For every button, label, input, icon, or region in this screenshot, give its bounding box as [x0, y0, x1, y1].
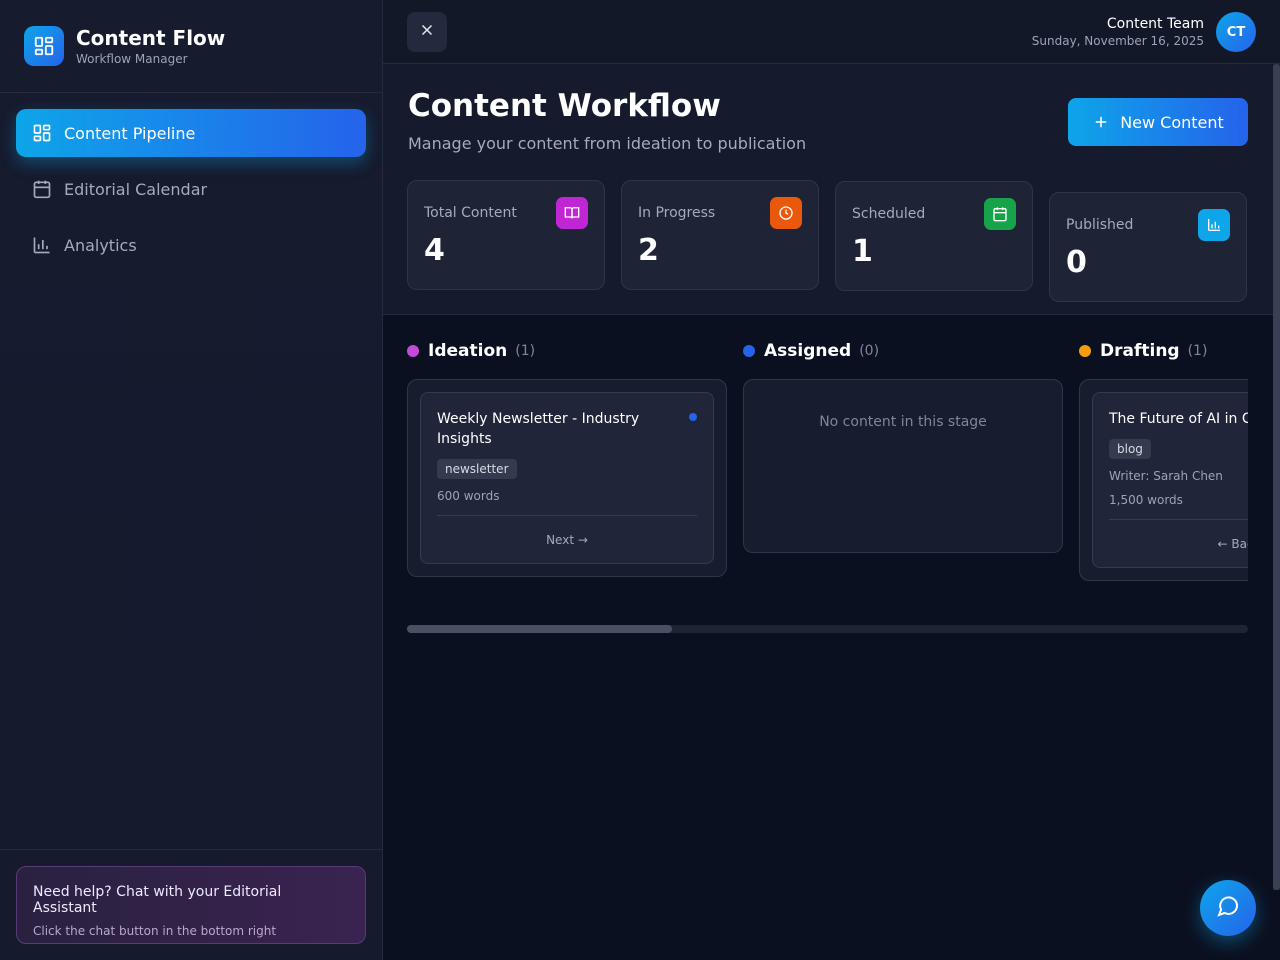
bar-chart-icon	[1198, 209, 1230, 241]
sidebar-item-analytics[interactable]: Analytics	[16, 221, 366, 269]
scrollbar-thumb[interactable]	[1273, 64, 1280, 890]
card-tag: blog	[1109, 439, 1151, 459]
sidebar-item-label: Content Pipeline	[64, 123, 196, 143]
plus-icon	[1092, 113, 1110, 131]
card-tag: newsletter	[437, 459, 517, 479]
stat-card-published: Published 0	[1049, 192, 1247, 302]
column-body: Weekly Newsletter - Industry Insights ne…	[407, 379, 727, 577]
stat-value: 2	[638, 233, 659, 268]
card-word-count: 1,500 words	[1109, 493, 1183, 507]
stat-value: 4	[424, 233, 445, 268]
brand-title: Content Flow	[76, 26, 226, 50]
page-header: Content Workflow Manage your content fro…	[383, 64, 1273, 315]
column-header: Ideation (1)	[407, 341, 535, 361]
column-count: (1)	[1187, 343, 1208, 359]
scrollbar-thumb[interactable]	[407, 625, 672, 633]
content-card[interactable]: The Future of AI in Content Creation blo…	[1092, 392, 1248, 568]
user-name: Content Team	[1106, 16, 1204, 32]
stat-value: 0	[1066, 245, 1087, 280]
page-title: Content Workflow	[408, 88, 721, 124]
column-name: Drafting	[1100, 341, 1180, 361]
layout-grid-icon	[32, 123, 52, 143]
calendar-icon	[32, 179, 52, 199]
column-header: Drafting (1)	[1079, 341, 1207, 361]
stat-card-in-progress: In Progress 2	[621, 180, 819, 290]
sidebar-item-label: Analytics	[64, 235, 137, 255]
close-icon	[418, 21, 436, 43]
status-dot-icon	[743, 345, 755, 357]
card-title: The Future of AI in Content Creation	[1109, 411, 1248, 427]
column-count: (0)	[859, 343, 880, 359]
help-section: Need help? Chat with your Editorial Assi…	[0, 849, 382, 960]
book-open-icon	[556, 197, 588, 229]
stat-card-total: Total Content 4	[407, 180, 605, 290]
new-content-button[interactable]: New Content	[1068, 98, 1248, 146]
empty-state: No content in this stage	[819, 414, 987, 430]
help-title: Need help? Chat with your Editorial Assi…	[33, 884, 282, 916]
avatar[interactable]: CT	[1216, 12, 1256, 52]
page-subtitle: Manage your content from ideation to pub…	[408, 134, 807, 153]
column-name: Ideation	[428, 341, 508, 361]
user-info: Content Team Sunday, November 16, 2025	[1032, 16, 1204, 48]
kanban-board: Ideation (1) Weekly Newsletter - Industr…	[407, 315, 1248, 960]
current-date: Sunday, November 16, 2025	[1031, 34, 1204, 48]
column-name: Assigned	[764, 341, 852, 361]
status-dot-icon	[407, 345, 419, 357]
column-count: (1)	[515, 343, 536, 359]
brand-subtitle: Workflow Manager	[76, 52, 188, 66]
card-back-button[interactable]: ← Back	[1109, 519, 1248, 567]
help-subtitle: Click the chat button in the bottom righ…	[33, 924, 277, 938]
vertical-scrollbar[interactable]	[1273, 64, 1280, 890]
column-body: No content in this stage	[743, 379, 1063, 553]
clock-icon	[770, 197, 802, 229]
stat-value: 1	[852, 234, 873, 269]
card-title: Weekly Newsletter - Industry Insights	[437, 411, 640, 447]
card-writer: Writer: Sarah Chen	[1109, 469, 1223, 483]
sidebar-nav: Content Pipeline Editorial Calendar Anal…	[0, 93, 382, 269]
bar-chart-icon	[32, 235, 52, 255]
column-body: The Future of AI in Content Creation blo…	[1079, 379, 1248, 581]
priority-dot-icon	[689, 413, 697, 421]
topbar: Content Team Sunday, November 16, 2025 C…	[383, 0, 1280, 64]
calendar-icon	[984, 198, 1016, 230]
sidebar: Content Flow Workflow Manager Content Pi…	[0, 0, 383, 960]
sidebar-item-editorial-calendar[interactable]: Editorial Calendar	[16, 165, 366, 213]
chat-button[interactable]	[1200, 880, 1256, 936]
status-dot-icon	[1079, 345, 1091, 357]
column-header: Assigned (0)	[743, 341, 879, 361]
sidebar-item-content-pipeline[interactable]: Content Pipeline	[16, 109, 366, 157]
sidebar-item-label: Editorial Calendar	[64, 179, 208, 199]
card-next-button[interactable]: Next →	[437, 515, 697, 563]
message-circle-icon	[1216, 894, 1240, 922]
stat-card-scheduled: Scheduled 1	[835, 181, 1033, 291]
horizontal-scrollbar[interactable]	[407, 625, 1248, 633]
layout-grid-icon	[24, 26, 64, 66]
brand: Content Flow Workflow Manager	[0, 0, 382, 93]
card-word-count: 600 words	[437, 489, 500, 503]
new-content-label: New Content	[1120, 112, 1224, 132]
content-card[interactable]: Weekly Newsletter - Industry Insights ne…	[420, 392, 714, 564]
help-box: Need help? Chat with your Editorial Assi…	[16, 866, 366, 944]
close-sidebar-button[interactable]	[407, 12, 447, 52]
